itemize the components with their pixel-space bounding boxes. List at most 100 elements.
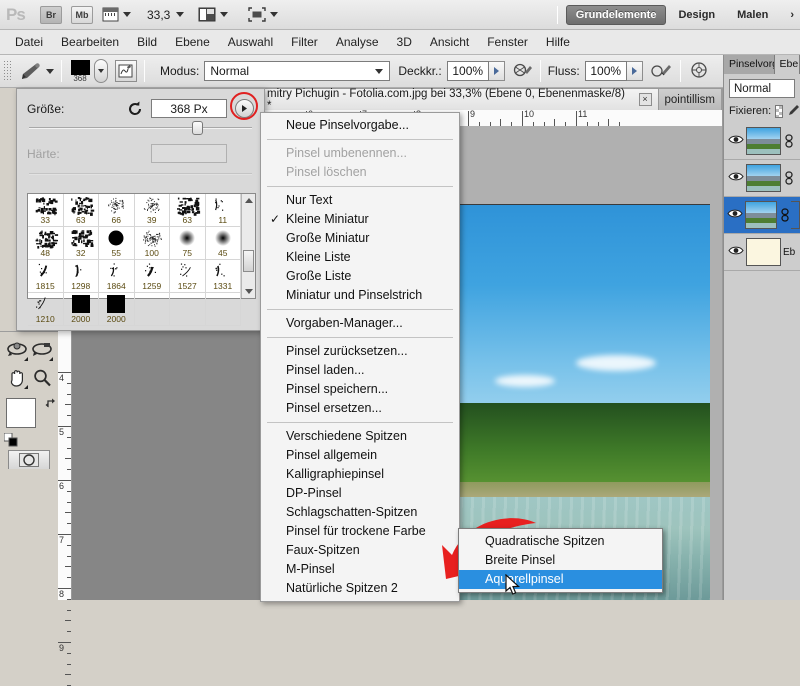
opacity-pressure-icon[interactable] [513, 61, 533, 82]
hardness-slider[interactable] [29, 167, 252, 181]
brush-preset-cell[interactable]: 55 [99, 227, 135, 260]
close-icon[interactable]: × [639, 93, 652, 106]
menu-analyse[interactable]: Analyse [327, 32, 388, 52]
menu-datei[interactable]: Datei [6, 32, 52, 52]
workspace-design[interactable]: Design [668, 5, 725, 25]
brush-picker-context-menu[interactable]: Neue Pinselvorgabe... Pinsel umbenennen..… [260, 112, 460, 602]
brush-size-preview[interactable]: 368 [69, 60, 91, 82]
brush-preset-cell[interactable]: 1331 [206, 260, 242, 293]
context-menu-item[interactable]: Faux-Spitzen [261, 541, 459, 560]
context-menu-item[interactable]: DP-Pinsel [261, 484, 459, 503]
zoom-tool[interactable] [30, 366, 54, 390]
brush-preset-cell[interactable]: 2000 [99, 293, 135, 326]
airbrush-icon[interactable] [651, 61, 673, 82]
context-menu-item[interactable]: Verschiedene Spitzen [261, 427, 459, 446]
brush-preset-cell[interactable]: 63 [170, 194, 206, 227]
submenu-item[interactable]: Breite Pinsel [459, 551, 662, 570]
3d-object-rotate-tool[interactable] [5, 338, 29, 362]
layer-row-1[interactable] [724, 123, 800, 160]
brush-preset-cell[interactable]: 100 [135, 227, 171, 260]
brush-preset-cell[interactable]: 1210 [28, 293, 64, 326]
brush-preset-grid[interactable]: 33 63 66 39 63 11 48 32 55 100 75 45 1815 1298 1864 125… [28, 194, 241, 298]
hand-tool[interactable] [5, 366, 29, 390]
brush-preset-cell[interactable]: 39 [135, 194, 171, 227]
layer-link-icon[interactable] [784, 134, 795, 149]
brush-preset-cell[interactable]: 66 [99, 194, 135, 227]
size-input[interactable]: 368 Px [151, 99, 227, 118]
brush-tool-icon[interactable] [16, 61, 42, 81]
layer-visibility-icon[interactable] [726, 171, 746, 185]
bridge-icon[interactable]: Br [40, 6, 62, 24]
context-menu-item[interactable]: M-Pinsel [261, 560, 459, 579]
context-menu-item[interactable]: Pinsel allgemein [261, 446, 459, 465]
zoom-chevron-down-icon[interactable] [176, 12, 184, 17]
context-menu-item[interactable]: Pinsel für trockene Farbe [261, 522, 459, 541]
zoom-level-value[interactable]: 33,3 [147, 8, 170, 22]
menu-bearbeiten[interactable]: Bearbeiten [52, 32, 128, 52]
menu-ansicht[interactable]: Ansicht [421, 32, 478, 52]
context-menu-item[interactable]: Pinsel laden... [261, 361, 459, 380]
workspace-grundelemente[interactable]: Grundelemente [566, 5, 667, 25]
brush-preset-cell[interactable]: 1527 [170, 260, 206, 293]
workspace-malen[interactable]: Malen [727, 5, 778, 25]
lock-transparency-icon[interactable] [775, 105, 783, 118]
submenu-item[interactable]: Quadratische Spitzen [459, 532, 662, 551]
chevron-down-icon[interactable] [123, 12, 131, 17]
layer-row-3-selected[interactable] [724, 197, 800, 234]
arrange-chevron-down-icon[interactable] [220, 12, 228, 17]
layer-visibility-icon[interactable] [726, 245, 746, 259]
context-menu-item[interactable]: Neue Pinselvorgabe... [261, 116, 459, 135]
layer-thumbnail[interactable] [746, 238, 781, 266]
brush-preset-cell[interactable]: 1815 [28, 260, 64, 293]
mini-bridge-icon[interactable]: Mb [71, 6, 93, 24]
vertical-ruler[interactable]: 4 5 6 7 8 9 [58, 331, 72, 600]
brush-preset-cell[interactable]: 1259 [135, 260, 171, 293]
menu-bild[interactable]: Bild [128, 32, 166, 52]
layer-blend-mode-select[interactable]: Normal [729, 79, 795, 98]
lock-image-pixels-icon[interactable] [787, 103, 800, 119]
flow-stepper[interactable] [627, 61, 643, 81]
view-extras-button[interactable] [102, 7, 131, 22]
brush-preset-cell[interactable]: 33 [28, 194, 64, 227]
brush-preset-cell[interactable]: 63 [64, 194, 100, 227]
scroll-up-icon[interactable] [245, 198, 253, 203]
brush-preset-cell[interactable]: 32 [64, 227, 100, 260]
brush-grid-scrollbar[interactable] [241, 194, 255, 298]
context-menu-item[interactable]: Pinsel ersetzen... [261, 399, 459, 418]
context-menu-item[interactable]: ✓ Kleine Miniatur [261, 210, 459, 229]
context-menu-item[interactable]: Kalligraphiepinsel [261, 465, 459, 484]
menu-hilfe[interactable]: Hilfe [537, 32, 579, 52]
context-menu-item[interactable]: Schlagschatten-Spitzen [261, 503, 459, 522]
menu-fenster[interactable]: Fenster [478, 32, 537, 52]
menu-ebene[interactable]: Ebene [166, 32, 219, 52]
tablet-pressure-icon[interactable] [688, 61, 710, 82]
layer-thumbnail[interactable] [746, 164, 781, 192]
quickmask-toggle[interactable] [8, 450, 50, 470]
brush-preset-cell[interactable]: 45 [206, 227, 242, 260]
size-slider-knob[interactable] [192, 121, 203, 135]
context-menu-item[interactable]: Pinsel zurücksetzen... [261, 342, 459, 361]
menu-3d[interactable]: 3D [388, 32, 421, 52]
flow-input[interactable]: 100% [585, 61, 627, 81]
brush-preset-cell[interactable]: 2000 [64, 293, 100, 326]
brush-library-submenu[interactable]: Quadratische Spitzen Breite Pinsel Aquarel… [458, 528, 663, 593]
menu-auswahl[interactable]: Auswahl [219, 32, 282, 52]
layer-row-2[interactable] [724, 160, 800, 197]
tab-pinselvorgaben[interactable]: Pinselvorg [724, 55, 775, 74]
toggle-brush-panel-button[interactable] [115, 60, 137, 82]
context-menu-item[interactable]: Natürliche Spitzen 2 [261, 579, 459, 598]
brush-picker-toggle[interactable] [94, 59, 108, 83]
foreground-color-swatch[interactable] [6, 398, 36, 428]
layer-visibility-icon[interactable] [726, 134, 746, 148]
layer-row-4[interactable]: Eb [724, 234, 800, 271]
reset-icon[interactable] [127, 101, 143, 117]
3d-camera-rotate-tool[interactable] [30, 338, 54, 362]
layer-thumbnail[interactable] [745, 201, 778, 229]
context-menu-item[interactable]: Große Liste [261, 267, 459, 286]
brush-preset-chevron-down-icon[interactable] [46, 69, 54, 74]
document-tab-active[interactable]: mitry Pichugin - Fotolia.com.jpg bei 33,… [261, 89, 659, 111]
context-menu-item[interactable]: Miniatur und Pinselstrich [261, 286, 459, 305]
menu-filter[interactable]: Filter [282, 32, 327, 52]
brush-preset-cell[interactable]: 11 [206, 194, 242, 227]
size-slider[interactable] [29, 121, 252, 135]
